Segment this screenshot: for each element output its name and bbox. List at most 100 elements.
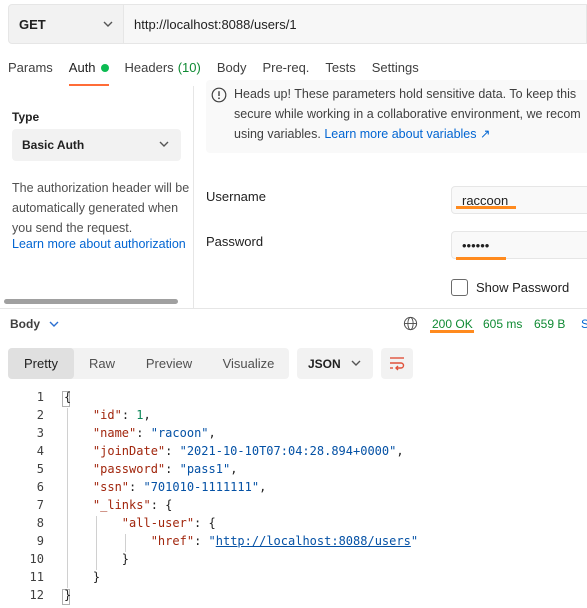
auth-type-label: Type xyxy=(12,110,40,124)
chevron-down-icon xyxy=(351,360,361,366)
code-token: "password" xyxy=(92,462,166,476)
panel-divider[interactable] xyxy=(193,86,194,308)
tab-body-label: Body xyxy=(216,60,247,75)
line-number: 2 xyxy=(36,408,44,422)
notice-text: Heads up! These parameters hold sensitiv… xyxy=(234,84,587,144)
format-value: JSON xyxy=(308,356,341,371)
view-tab-visualize[interactable]: Visualize xyxy=(208,348,289,379)
code-token: "pass1" xyxy=(179,462,231,476)
code-line: 1{ xyxy=(0,390,587,408)
line-content: "id": 1, xyxy=(92,408,151,422)
wrap-lines-icon xyxy=(390,357,405,371)
tab-headers[interactable]: Headers (10) xyxy=(125,60,201,84)
notice-line-2: secure while working in a collaborative … xyxy=(234,107,581,121)
method-label: GET xyxy=(19,16,46,32)
tab-params-label: Params xyxy=(8,60,53,75)
code-line: 10 } xyxy=(0,552,587,570)
chevron-down-icon xyxy=(159,141,169,147)
code-line: 6 "ssn": "701010-1111111", xyxy=(0,480,587,498)
code-token: "name" xyxy=(92,426,137,440)
line-number: 10 xyxy=(29,552,44,566)
line-number: 5 xyxy=(36,462,44,476)
code-token: } xyxy=(121,552,130,566)
line-number: 7 xyxy=(36,498,44,512)
headers-count: (10) xyxy=(177,60,201,75)
code-token: "ssn" xyxy=(92,480,130,494)
view-tab-raw[interactable]: Raw xyxy=(74,348,130,379)
tab-auth[interactable]: Auth xyxy=(68,60,109,86)
notice-line-3: using variables. Learn more about variab… xyxy=(234,124,587,144)
globe-icon[interactable] xyxy=(403,316,418,331)
code-line: 5 "password": "pass1", xyxy=(0,462,587,480)
status-code[interactable]: 200 OK xyxy=(432,317,473,331)
line-content: } xyxy=(64,552,129,566)
password-label: Password xyxy=(206,234,264,249)
chevron-down-icon xyxy=(103,21,113,27)
line-content: "password": "pass1", xyxy=(92,462,238,476)
line-number: 1 xyxy=(36,390,44,404)
tab-settings-label: Settings xyxy=(371,60,419,75)
notice-line-3-prefix: using variables. xyxy=(234,127,325,141)
view-tab-preview[interactable]: Preview xyxy=(130,348,208,379)
line-content: "_links": { xyxy=(92,498,173,512)
code-token: "2021-10-10T07:04:28.894+0000" xyxy=(179,444,397,458)
method-select[interactable]: GET xyxy=(8,4,124,44)
line-content: } xyxy=(64,588,71,602)
line-content: "href": "http://localhost:8088/users" xyxy=(150,534,419,548)
line-content: "ssn": "701010-1111111", xyxy=(92,480,267,494)
learn-authorization-link[interactable]: Learn more about authorization xyxy=(12,237,186,251)
auth-type-value: Basic Auth xyxy=(22,138,85,152)
code-token: "_links" xyxy=(92,498,151,512)
response-section-select[interactable]: Body xyxy=(10,317,40,331)
code-token: "joinDate" xyxy=(92,444,166,458)
line-content: "name": "racoon", xyxy=(92,426,216,440)
view-tab-pretty[interactable]: Pretty xyxy=(8,348,74,379)
response-divider[interactable] xyxy=(0,308,587,309)
wrap-lines-button[interactable] xyxy=(381,348,413,379)
request-bar: GET http://localhost:8088/users/1 xyxy=(8,4,587,44)
learn-variables-link[interactable]: Learn more about variables ↗ xyxy=(324,127,490,141)
line-content: "joinDate": "2021-10-10T07:04:28.894+000… xyxy=(92,444,404,458)
info-icon xyxy=(211,87,227,103)
active-dot-icon xyxy=(100,64,109,72)
response-size[interactable]: 659 B xyxy=(534,317,565,331)
tab-auth-label: Auth xyxy=(68,60,96,75)
tab-headers-label: Headers xyxy=(124,60,174,75)
href-link[interactable]: http://localhost:8088/users xyxy=(216,534,411,548)
code-line: 4 "joinDate": "2021-10-10T07:04:28.894+0… xyxy=(0,444,587,462)
code-line: 3 "name": "racoon", xyxy=(0,426,587,444)
code-token: "racoon" xyxy=(150,426,209,440)
code-token: "href" xyxy=(150,534,195,548)
code-token: } xyxy=(92,570,101,584)
password-input[interactable]: •••••• xyxy=(451,231,587,259)
status-underline xyxy=(430,330,474,333)
chevron-down-icon[interactable] xyxy=(49,320,59,328)
code-token: "id" xyxy=(92,408,122,422)
show-password-checkbox[interactable] xyxy=(451,279,468,296)
code-line: 8 "all-user": { xyxy=(0,516,587,534)
line-number: 4 xyxy=(36,444,44,458)
line-content: "all-user": { xyxy=(121,516,216,530)
show-password-label: Show Password xyxy=(476,280,570,295)
url-input[interactable]: http://localhost:8088/users/1 xyxy=(124,4,587,44)
username-input[interactable]: raccoon xyxy=(451,186,587,214)
line-number: 9 xyxy=(36,534,44,548)
line-content: { xyxy=(64,390,71,404)
horizontal-scrollbar[interactable] xyxy=(4,299,178,304)
username-underline xyxy=(456,206,516,209)
line-number: 3 xyxy=(36,426,44,440)
tab-params[interactable]: Params xyxy=(8,60,53,84)
code-line: 2 "id": 1, xyxy=(0,408,587,426)
code-token: } xyxy=(64,588,72,602)
username-label: Username xyxy=(206,189,266,204)
code-token: { xyxy=(64,390,72,404)
auth-description: The authorization header will be automat… xyxy=(12,181,190,235)
tab-tests-label: Tests xyxy=(325,60,356,75)
code-token: "701010-1111111" xyxy=(143,480,260,494)
response-time[interactable]: 605 ms xyxy=(483,317,522,331)
code-line: 11 } xyxy=(0,570,587,588)
save-response-link[interactable]: S xyxy=(581,317,587,331)
format-select[interactable]: JSON xyxy=(297,348,373,379)
auth-type-select[interactable]: Basic Auth xyxy=(12,129,181,161)
notice-line-1: Heads up! These parameters hold sensitiv… xyxy=(234,87,577,101)
